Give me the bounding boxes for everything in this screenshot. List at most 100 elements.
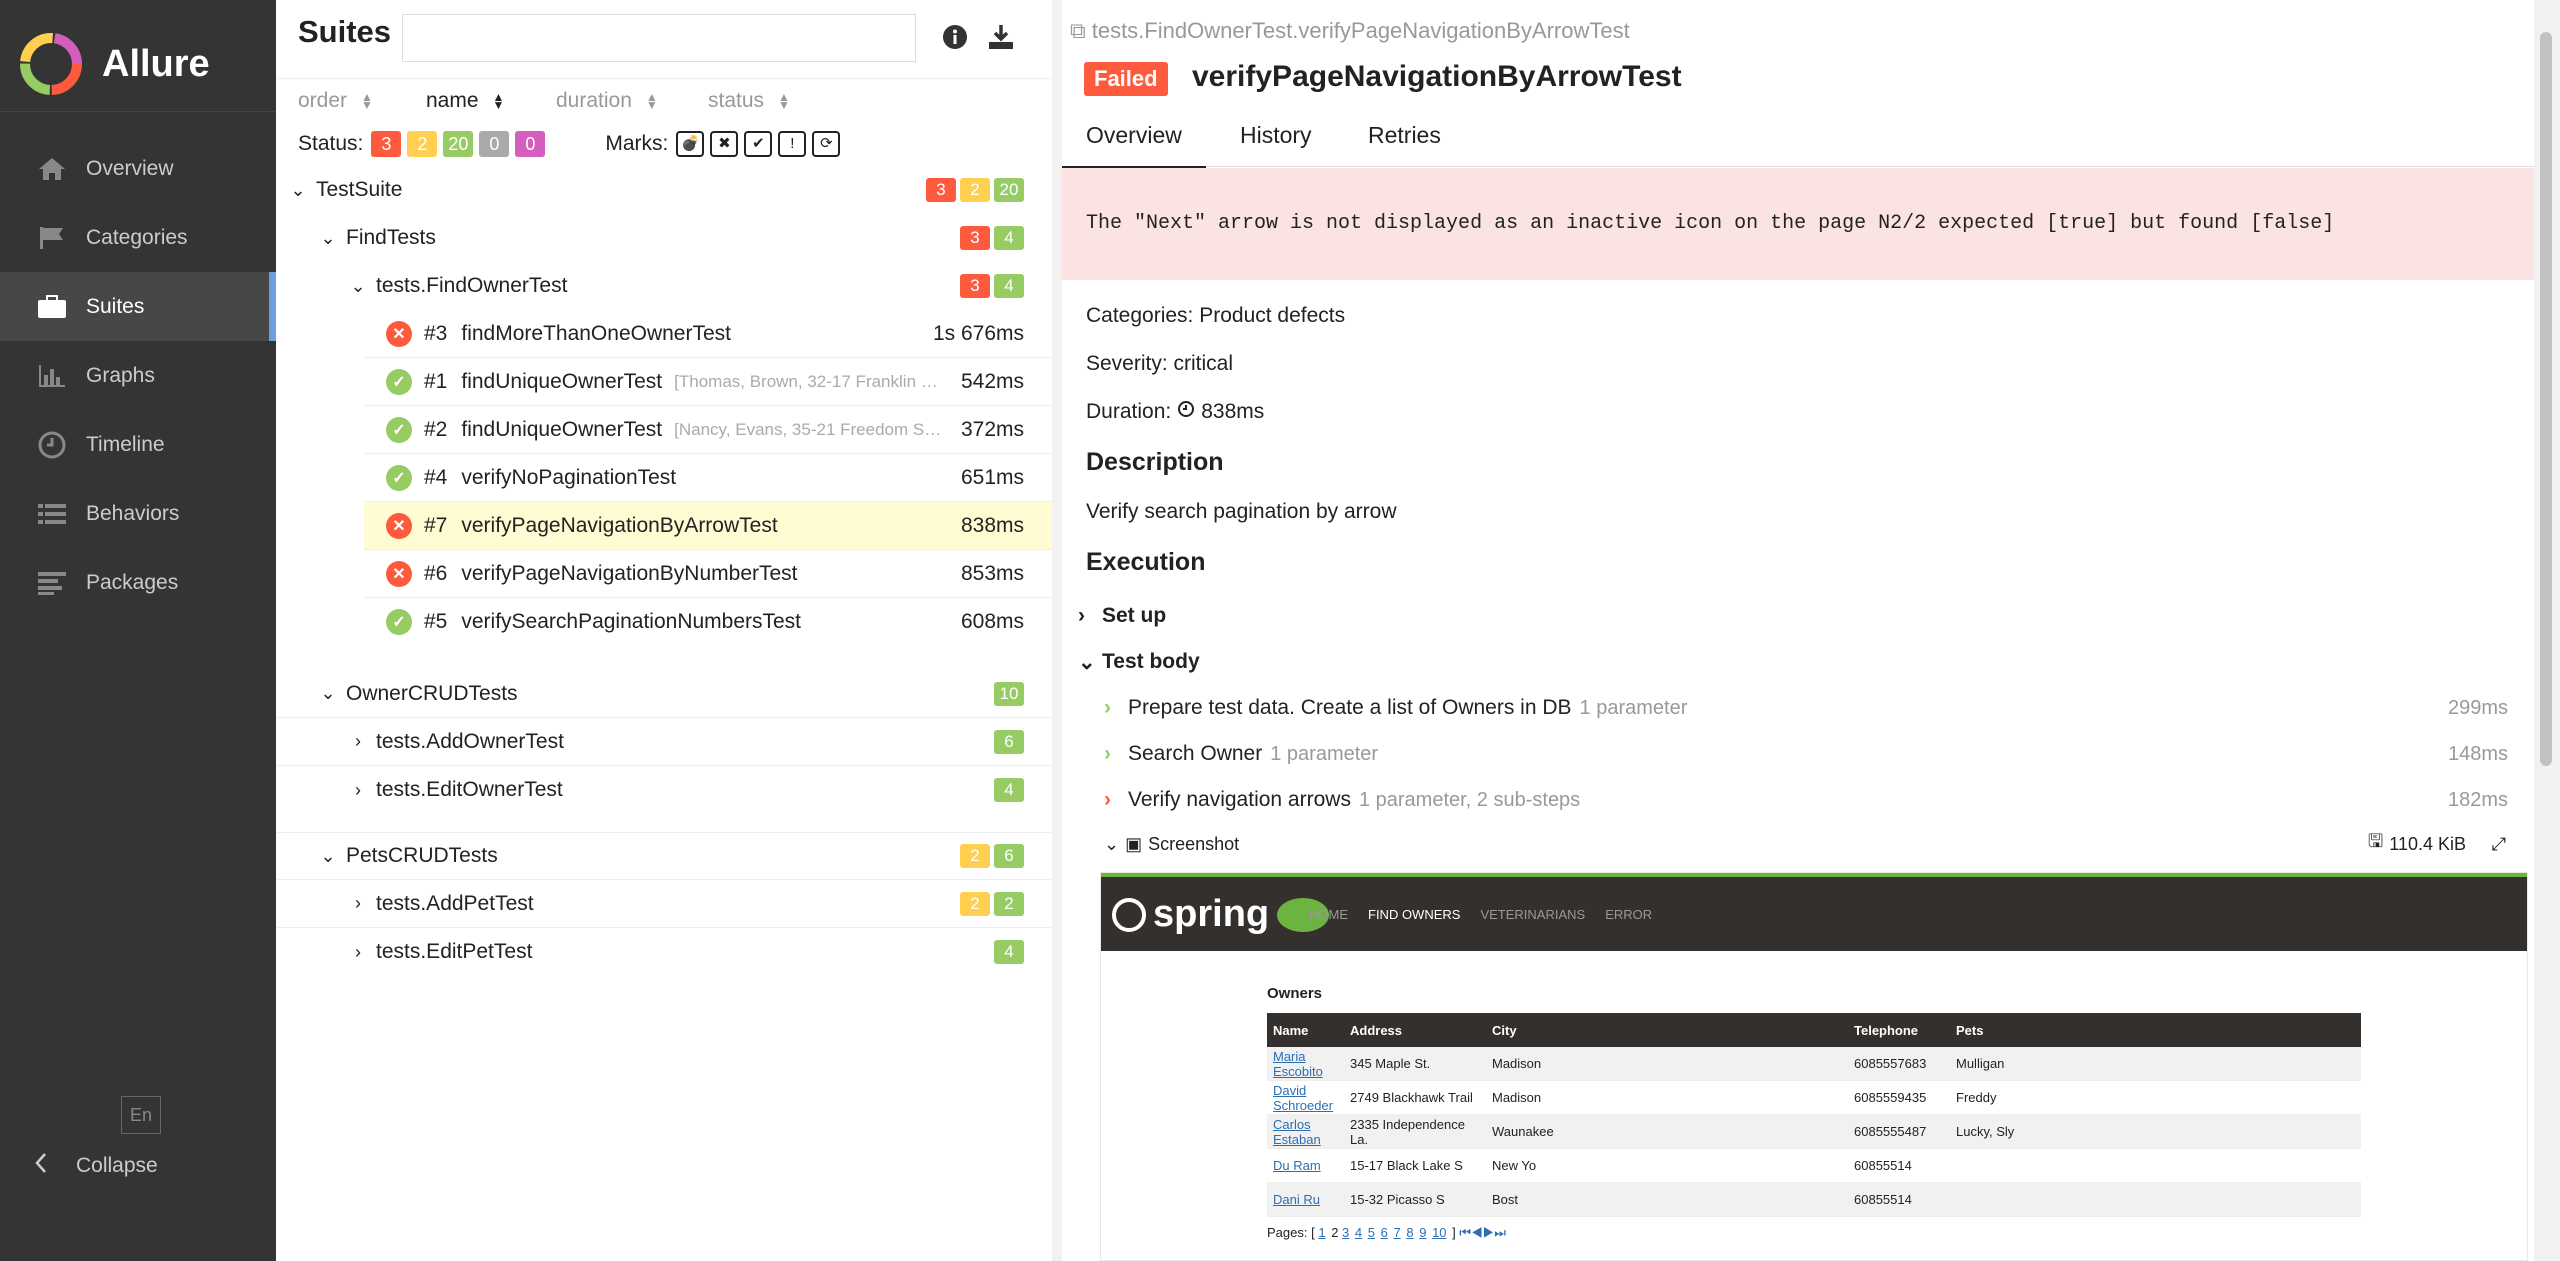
test-title: verifyPageNavigationByArrowTest [1192, 60, 1682, 93]
sort-arrows-icon: ▲ ▼ [492, 90, 505, 112]
test-row[interactable]: ✓ #5 verifySearchPaginationNumbersTest 6… [364, 598, 1052, 646]
page-link: 1 [1318, 1225, 1326, 1240]
scrollbar[interactable] [2534, 0, 2560, 1261]
node-name: FindTests [346, 226, 436, 249]
test-row[interactable]: ✓ #4 verifyNoPaginationTest 651ms [364, 454, 1052, 502]
test-row[interactable]: ✕ #6 verifyPageNavigationByNumberTest 85… [364, 550, 1052, 598]
chevron-left-icon [34, 1152, 48, 1180]
info-icon[interactable] [942, 24, 968, 56]
step-row[interactable]: › Prepare test data. Create a list of Ow… [1104, 688, 2508, 728]
pages-label: Pages: [ [1267, 1225, 1315, 1240]
tree-node-petscrudtests[interactable]: ⌄ PetsCRUDTests 2 6 [276, 832, 1052, 880]
sort-bar: order ▲ ▼ name ▲ ▼ duration ▲ ▼ status ▲ ▼ [276, 78, 1052, 125]
tree-node-findtests[interactable]: ⌄ FindTests 3 4 [276, 214, 1052, 262]
table-row: Du Ram 15-17 Black Lake S New Yo 6085551… [1267, 1148, 2361, 1183]
step-row[interactable]: › Search Owner 1 parameter 148ms [1104, 734, 2508, 774]
test-row-selected[interactable]: ✕ #7 verifyPageNavigationByArrowTest 838… [364, 502, 1052, 550]
tree-node-testsuite[interactable]: ⌄ TestSuite 3 2 20 [276, 166, 1052, 214]
tab-retries[interactable]: Retries [1344, 122, 1465, 166]
node-counts: 3 4 [956, 226, 1024, 250]
table-row: David Schroeder 2749 Blackhawk Trail Mad… [1267, 1080, 2361, 1115]
status-failed-toggle[interactable]: 3 [371, 131, 402, 157]
setup-section[interactable]: › Set up [1078, 596, 2498, 636]
language-button[interactable]: En [121, 1096, 161, 1134]
sidebar-item-timeline[interactable]: Timeline [0, 410, 276, 479]
search-input[interactable] [402, 14, 916, 62]
download-icon[interactable] [986, 22, 1016, 58]
chevron-right-icon: › [1078, 604, 1085, 627]
tree-node-addownertest[interactable]: › tests.AddOwnerTest 6 [276, 718, 1052, 766]
status-unknown-toggle[interactable]: 0 [515, 131, 546, 157]
count-passed: 6 [994, 844, 1024, 868]
status-badge: Failed [1084, 62, 1168, 96]
node-name: tests.AddPetTest [376, 891, 534, 915]
execution-heading: Execution [1086, 548, 1206, 576]
sort-status[interactable]: status ▲ ▼ [708, 89, 790, 113]
tree-node-findownertest[interactable]: ⌄ tests.FindOwnerTest 3 4 [276, 262, 1052, 310]
sidebar-nav: Overview Categories Suites Graphs Timeli… [0, 134, 276, 617]
node-name: tests.EditPetTest [376, 940, 533, 963]
status-broken-toggle[interactable]: 2 [407, 131, 438, 157]
step-name: Prepare test data. Create a list of Owne… [1128, 696, 1572, 719]
step-name: Search Owner [1128, 742, 1263, 765]
tab-overview[interactable]: Overview [1062, 122, 1206, 169]
testbody-section[interactable]: ⌄ Test body [1078, 642, 2498, 682]
retries-mark-icon[interactable]: ⟳ [812, 131, 841, 157]
expand-icon[interactable]: ⤢ [2492, 834, 2506, 855]
new-broken-mark-icon[interactable]: ! [778, 131, 807, 157]
sidebar-item-categories[interactable]: Categories [0, 203, 276, 272]
col-address: Address [1344, 1013, 1486, 1047]
scrollbar-thumb[interactable] [2540, 32, 2552, 766]
sidebar-item-suites[interactable]: Suites [0, 272, 276, 341]
chevron-right-icon: › [1104, 696, 1111, 719]
brand[interactable]: Allure [20, 24, 210, 104]
attachment-row[interactable]: ⌄ ▣ Screenshot 🖫 110.4 KiB ⤢ [1104, 828, 2506, 860]
node-counts: 3 2 20 [922, 178, 1024, 202]
panel-resize-handle[interactable] [1052, 0, 1062, 1261]
sidebar-item-packages[interactable]: Packages [0, 548, 276, 617]
sidebar-item-label: Categories [86, 225, 188, 249]
sort-order[interactable]: order ▲ ▼ [298, 89, 373, 113]
page-link: 5 [1367, 1225, 1375, 1240]
node-counts: 4 [990, 940, 1024, 964]
new-passed-mark-icon[interactable]: ✔ [744, 131, 773, 157]
chevron-right-icon: › [355, 731, 361, 751]
tree-node-editownertest[interactable]: › tests.EditOwnerTest 4 [276, 766, 1052, 814]
breadcrumb-text: tests.FindOwnerTest.verifyPageNavigation… [1091, 18, 1630, 43]
copy-icon[interactable]: ⧉ [1070, 18, 1086, 43]
tab-history[interactable]: History [1216, 122, 1336, 166]
test-row[interactable]: ✓ #1 findUniqueOwnerTest [Thomas, Brown,… [364, 358, 1052, 406]
detail-tabs: Overview History Retries [1062, 112, 2534, 169]
count-passed: 6 [994, 729, 1024, 754]
test-number: #7 [424, 513, 448, 537]
owner-link: Dani Ru [1273, 1192, 1320, 1207]
collapse-button[interactable]: Collapse [34, 1152, 158, 1180]
tree-node-editpettest[interactable]: › tests.EditPetTest 4 [276, 928, 1052, 976]
breadcrumb[interactable]: ⧉ tests.FindOwnerTest.verifyPageNavigatio… [1070, 18, 1630, 44]
step-params: 1 parameter [1579, 696, 1688, 719]
test-row[interactable]: ✕ #3 findMoreThanOneOwnerTest 1s 676ms [364, 310, 1052, 358]
save-icon: 🖫 [2367, 831, 2384, 851]
sort-duration[interactable]: duration ▲ ▼ [556, 89, 658, 113]
new-failed-mark-icon[interactable]: ✖ [710, 131, 739, 157]
cell-address: 15-17 Black Lake S [1344, 1148, 1486, 1183]
pages-end: ] [1452, 1225, 1456, 1240]
owner-link: David Schroeder [1273, 1082, 1333, 1113]
tree-node-addpettest[interactable]: › tests.AddPetTest 2 2 [276, 880, 1052, 928]
test-number: #6 [424, 561, 448, 585]
status-skipped-toggle[interactable]: 0 [479, 131, 510, 157]
sidebar-item-label: Packages [86, 570, 179, 594]
status-passed-toggle[interactable]: 20 [443, 131, 474, 157]
cell-city: Waunakee [1486, 1114, 1848, 1149]
sort-name[interactable]: name ▲ ▼ [426, 89, 504, 113]
flaky-mark-icon[interactable]: 💣 [676, 131, 705, 157]
sidebar-item-behaviors[interactable]: Behaviors [0, 479, 276, 548]
test-row[interactable]: ✓ #2 findUniqueOwnerTest [Nancy, Evans, … [364, 406, 1052, 454]
pagination: Pages: [ 1 2 3 4 5 6 7 8 9 10 ] ⏮◀▶⏭ [1267, 1225, 1506, 1241]
test-duration: 608ms [960, 610, 1024, 633]
collapse-label: Collapse [76, 1154, 158, 1177]
tree-node-ownercrudtests[interactable]: ⌄ OwnerCRUDTests 10 [276, 670, 1052, 718]
sidebar-item-overview[interactable]: Overview [0, 134, 276, 203]
step-row[interactable]: › Verify navigation arrows 1 parameter, … [1104, 780, 2508, 820]
sidebar-item-graphs[interactable]: Graphs [0, 341, 276, 410]
